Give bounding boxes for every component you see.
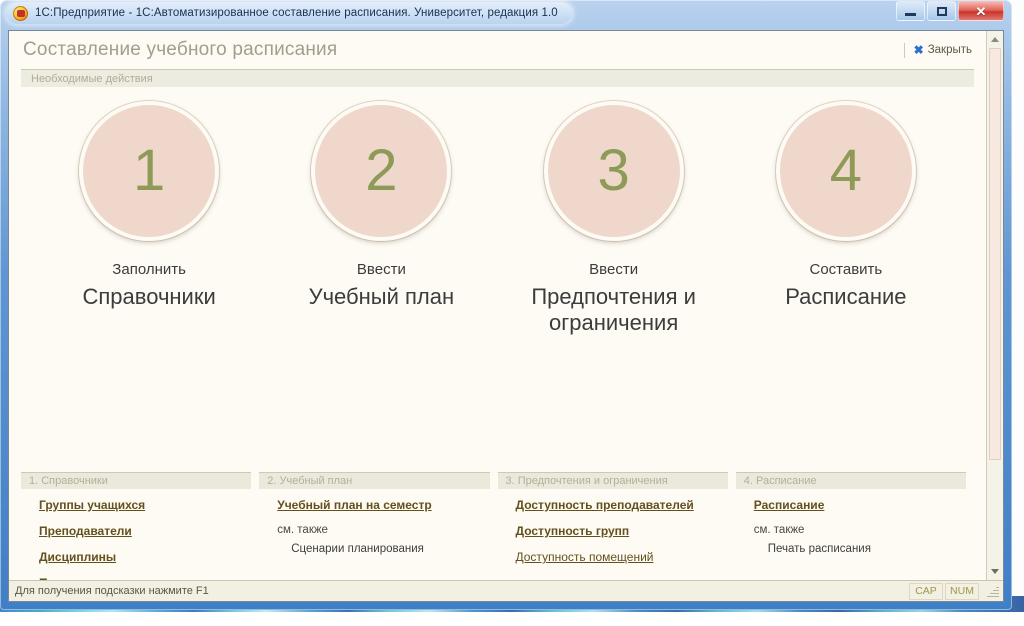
step-1-verb: Заполнить [82, 262, 215, 278]
client-area: Составление учебного расписания ✖ Закрыт… [8, 30, 1004, 602]
column-predpochteniya: 3. Предпочтения и ограничения Доступност… [498, 472, 736, 580]
column-2-body: Учебный план на семестр см. также Сценар… [259, 489, 489, 555]
column-uchebnyy-plan: 2. Учебный план Учебный план на семестр … [259, 472, 497, 580]
step-2-circle[interactable]: 2 [311, 101, 451, 241]
subtitle-text: Необходимые действия [31, 73, 153, 85]
status-indicators: CAP NUM [909, 583, 1001, 600]
close-icon: ✕ [976, 5, 987, 18]
step-4-verb: Составить [785, 262, 906, 278]
column-4-header: 4. Расписание [736, 472, 966, 489]
caps-lock-indicator: CAP [909, 583, 943, 600]
step-3-noun: Предпочтения и ограничения [498, 284, 730, 336]
status-bar: Для получения подсказки нажмите F1 CAP N… [9, 580, 1003, 601]
column-spravochniki: 1. Справочники Группы учащихся Преподава… [21, 472, 259, 580]
column-2-header: 2. Учебный план [259, 472, 489, 489]
scroll-thumb[interactable] [989, 48, 1001, 460]
link-gruppy-uchashchihsya[interactable]: Группы учащихся [39, 498, 251, 512]
link-discipliny[interactable]: Дисциплины [39, 550, 251, 564]
step-1-number: 1 [133, 142, 165, 200]
close-form-icon: ✖ [914, 44, 924, 56]
column-3-body: Доступность преподавателей Доступность г… [498, 489, 728, 564]
close-form-button[interactable]: ✖ Закрыть [914, 44, 972, 56]
step-3-circle[interactable]: 3 [544, 101, 684, 241]
window-close-button[interactable]: ✕ [958, 1, 1004, 21]
step-2-verb: Ввести [309, 262, 455, 278]
step-1-circle[interactable]: 1 [79, 101, 219, 241]
close-form-label: Закрыть [928, 44, 972, 56]
column-1-header-text: 1. Справочники [29, 475, 108, 487]
link-pechat-raspisaniya[interactable]: Печать расписания [754, 543, 966, 555]
desktop-lower-band [0, 612, 1024, 626]
minimize-icon [905, 13, 916, 16]
scroll-up-button[interactable] [987, 31, 1003, 48]
resize-grip-icon[interactable] [984, 584, 999, 599]
scroll-down-icon [991, 569, 999, 574]
step-3[interactable]: 3 Ввести Предпочтения и ограничения [498, 101, 730, 472]
step-4-caption: Составить Расписание [785, 262, 906, 310]
scroll-down-button[interactable] [987, 563, 1003, 580]
column-1-body: Группы учащихся Преподаватели Дисциплины… [21, 489, 251, 580]
title-bar[interactable]: 1С:Предприятие - 1С:Автоматизированное с… [0, 0, 1012, 28]
link-dostupnost-pomeshcheniy[interactable]: Доступность помещений [516, 550, 728, 564]
window-controls[interactable]: ✕ [896, 1, 1004, 21]
vertical-scrollbar[interactable] [986, 31, 1003, 580]
window-title: 1С:Предприятие - 1С:Автоматизированное с… [35, 7, 558, 19]
column-3-header-text: 3. Предпочтения и ограничения [506, 475, 668, 487]
link-prepodavateli[interactable]: Преподаватели [39, 524, 251, 538]
column-3-header: 3. Предпочтения и ограничения [498, 472, 728, 489]
maximize-button[interactable] [927, 1, 956, 21]
subtitle-wrapper: Необходимые действия [9, 69, 986, 87]
header-actions: ✖ Закрыть [904, 43, 976, 58]
subtitle-band: Необходимые действия [21, 69, 974, 87]
column-4-see-also-label: см. также [754, 524, 966, 536]
link-raspisanie[interactable]: Расписание [754, 498, 966, 512]
page-title: Составление учебного расписания [23, 39, 337, 61]
column-2-see-also-label: см. также [277, 524, 489, 536]
num-lock-indicator: NUM [945, 583, 979, 600]
step-3-verb: Ввести [498, 262, 730, 278]
title-pill: 1С:Предприятие - 1С:Автоматизированное с… [6, 2, 572, 24]
column-4-header-text: 4. Расписание [744, 475, 817, 487]
form-header: Составление учебного расписания ✖ Закрыт… [9, 31, 986, 69]
1c-logo-icon [13, 6, 28, 21]
form-area: Составление учебного расписания ✖ Закрыт… [9, 31, 1003, 580]
step-1-noun: Справочники [82, 284, 215, 310]
status-hint: Для получения подсказки нажмите F1 [15, 585, 209, 597]
minimize-button[interactable] [896, 1, 925, 21]
step-4[interactable]: 4 Составить Расписание [730, 101, 962, 472]
link-columns: 1. Справочники Группы учащихся Преподава… [9, 472, 986, 580]
step-2-caption: Ввести Учебный план [309, 262, 455, 310]
form-body: Составление учебного расписания ✖ Закрыт… [9, 31, 986, 580]
link-uchebnyy-plan-na-semestr[interactable]: Учебный план на семестр [277, 498, 489, 512]
column-1-header: 1. Справочники [21, 472, 251, 489]
step-4-number: 4 [830, 142, 862, 200]
link-dostupnost-prepodavateley[interactable]: Доступность преподавателей [516, 498, 728, 512]
scroll-up-icon [991, 37, 999, 42]
step-4-circle[interactable]: 4 [776, 101, 916, 241]
maximize-icon [937, 7, 947, 16]
column-4-body: Расписание см. также Печать расписания [736, 489, 966, 555]
link-pomeshcheniya-clipped[interactable]: Помещения [39, 576, 251, 580]
step-2-noun: Учебный план [309, 284, 455, 310]
application-window: 1С:Предприятие - 1С:Автоматизированное с… [0, 0, 1012, 610]
step-1-caption: Заполнить Справочники [82, 262, 215, 310]
link-scenarii-planirovaniya[interactable]: Сценарии планирования [277, 543, 489, 555]
scroll-track[interactable] [987, 48, 1003, 563]
step-2-number: 2 [365, 142, 397, 200]
step-2[interactable]: 2 Ввести Учебный план [265, 101, 497, 472]
header-separator [904, 43, 905, 58]
step-3-number: 3 [597, 142, 629, 200]
step-4-noun: Расписание [785, 284, 906, 310]
step-3-caption: Ввести Предпочтения и ограничения [498, 262, 730, 336]
step-1[interactable]: 1 Заполнить Справочники [33, 101, 265, 472]
link-dostupnost-grupp[interactable]: Доступность групп [516, 524, 728, 538]
column-raspisanie: 4. Расписание Расписание см. также Печат… [736, 472, 974, 580]
steps-row: 1 Заполнить Справочники 2 Ввести [9, 87, 986, 472]
column-2-header-text: 2. Учебный план [267, 475, 352, 487]
